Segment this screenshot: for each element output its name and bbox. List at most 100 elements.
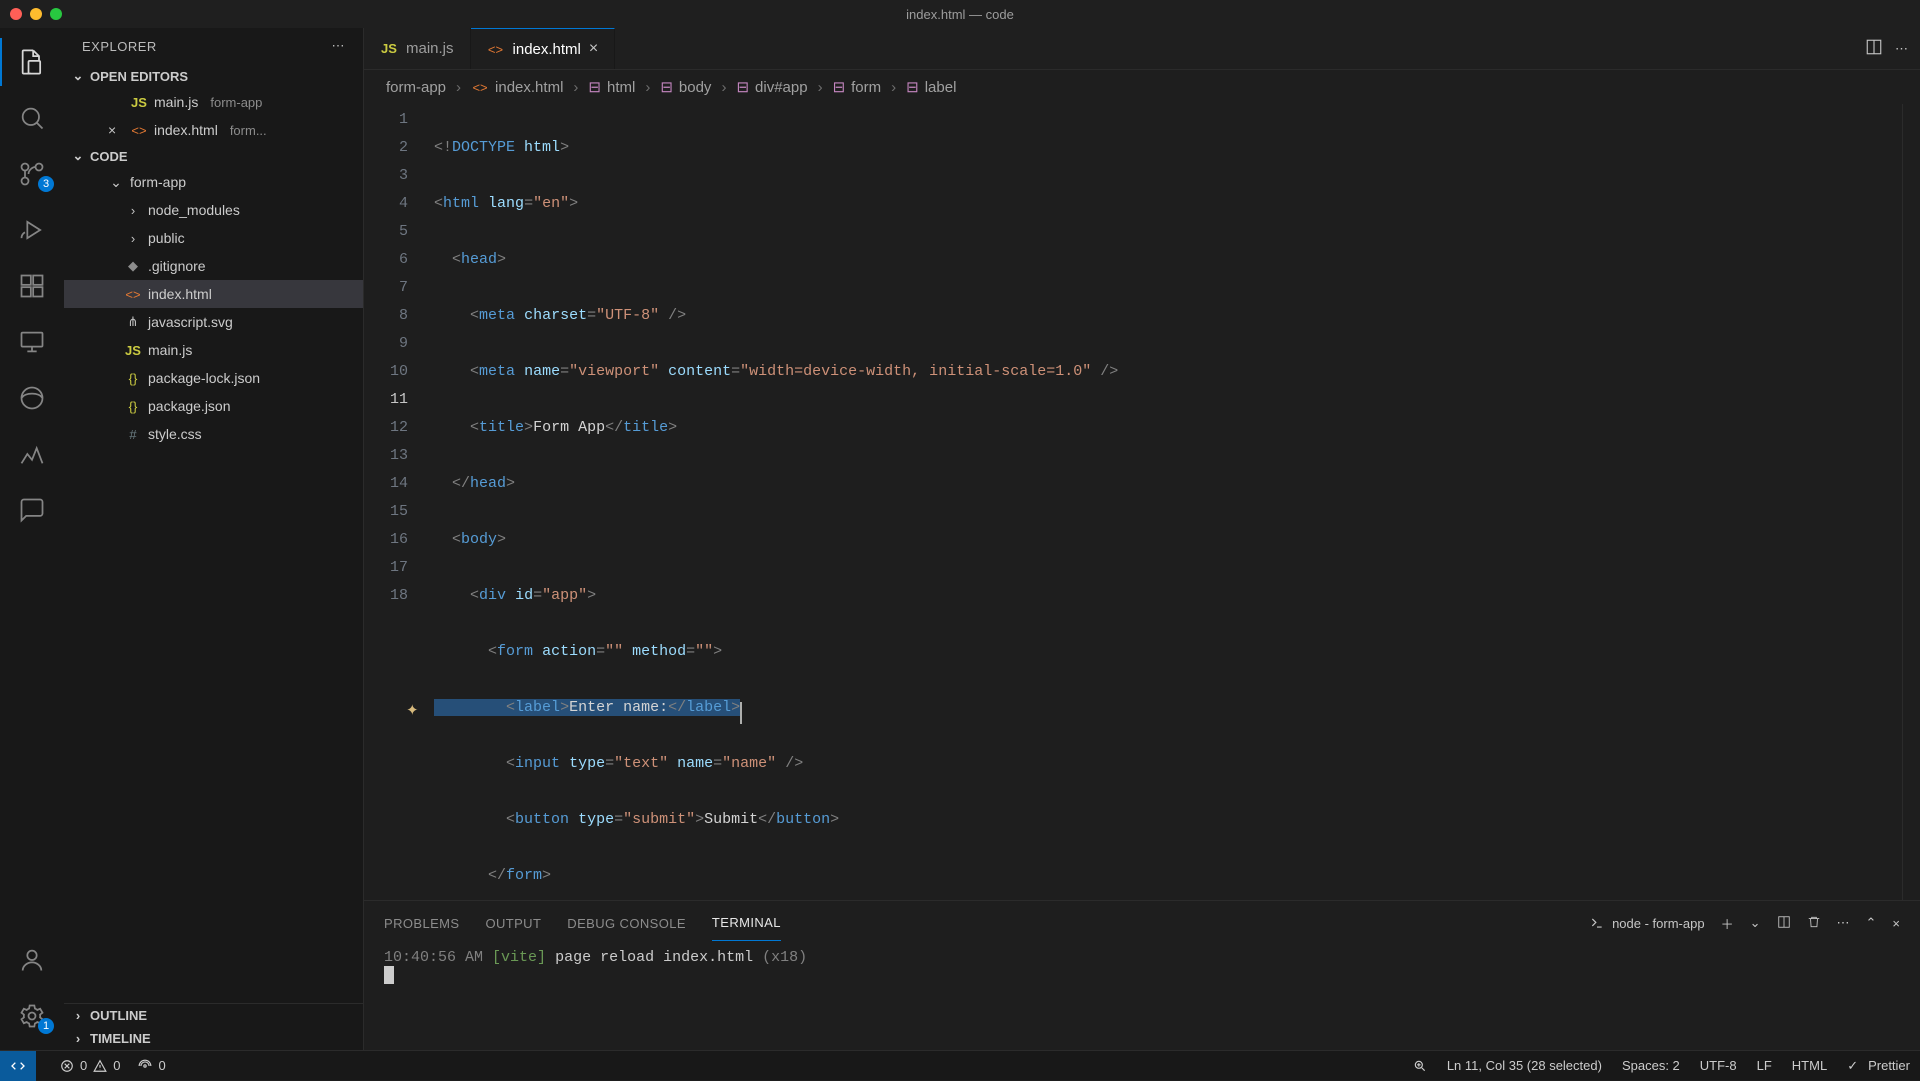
breadcrumb-item[interactable]: ⊟body (660, 78, 711, 96)
edge-activity[interactable] (0, 374, 64, 422)
language-status[interactable]: HTML (1792, 1058, 1827, 1073)
file-item[interactable]: # style.css (64, 420, 363, 448)
outline-section[interactable]: › OUTLINE (64, 1004, 363, 1027)
file-label: package.json (148, 398, 231, 414)
file-item[interactable]: JS main.js (64, 336, 363, 364)
maximize-window-button[interactable] (50, 8, 62, 20)
new-terminal-icon[interactable]: ＋ (1721, 914, 1734, 933)
breadcrumb-item[interactable]: <>index.html (471, 79, 563, 96)
close-panel-icon[interactable]: × (1892, 916, 1900, 931)
breadcrumbs[interactable]: form-app› <>index.html› ⊟html› ⊟body› ⊟d… (364, 70, 1920, 104)
split-terminal-icon[interactable] (1777, 915, 1791, 932)
close-icon[interactable]: × (108, 122, 124, 138)
open-editor-item[interactable]: × <> index.html form... (64, 116, 363, 144)
gitignore-icon: ◆ (124, 258, 142, 274)
code-content[interactable]: <!DOCTYPE html> <html lang="en"> <head> … (434, 104, 1902, 900)
code-editor[interactable]: 123456789101112131415161718 <!DOCTYPE ht… (364, 104, 1902, 900)
timeline-label: TIMELINE (90, 1031, 151, 1046)
workspace-label: CODE (90, 149, 128, 164)
breadcrumb-item[interactable]: ⊟form (833, 78, 882, 96)
prettier-status[interactable]: Prettier (1847, 1058, 1910, 1074)
open-editors-section[interactable]: ⌄ OPEN EDITORS (64, 64, 363, 88)
open-editor-item[interactable]: JS main.js form-app (64, 88, 363, 116)
remote-button[interactable] (0, 1051, 36, 1081)
explorer-sidebar: EXPLORER ⋯ ⌄ OPEN EDITORS JS main.js for… (64, 28, 364, 1050)
tab-index-html[interactable]: <> index.html × (471, 28, 616, 69)
terminal-dropdown-icon[interactable]: ⌄ (1750, 915, 1761, 931)
file-label: public (148, 230, 185, 246)
extensions-activity[interactable] (0, 262, 64, 310)
breadcrumb-item[interactable]: ⊟div#app (736, 78, 807, 96)
minimize-window-button[interactable] (30, 8, 42, 20)
split-editor-icon[interactable] (1865, 38, 1883, 59)
scm-activity[interactable]: 3 (0, 150, 64, 198)
minimap[interactable] (1902, 104, 1920, 900)
cursor-position-status[interactable]: Ln 11, Col 35 (28 selected) (1447, 1058, 1602, 1073)
panel-tab-debug-console[interactable]: DEBUG CONSOLE (567, 906, 686, 941)
window-title: index.html — code (906, 7, 1014, 22)
json-file-icon: {} (124, 399, 142, 414)
panel-tab-terminal[interactable]: TERMINAL (712, 905, 781, 941)
timeline-section[interactable]: › TIMELINE (64, 1027, 363, 1050)
html-file-icon: <> (130, 123, 148, 138)
folder-item[interactable]: › node_modules (64, 196, 363, 224)
remote-activity[interactable] (0, 318, 64, 366)
encoding-status[interactable]: UTF-8 (1700, 1058, 1737, 1073)
chevron-down-icon: ⌄ (108, 174, 124, 191)
panel-tab-problems[interactable]: PROBLEMS (384, 906, 459, 941)
run-debug-activity[interactable] (0, 206, 64, 254)
comment-activity[interactable] (0, 486, 64, 534)
folder-label: form-app (130, 174, 186, 190)
terminal-output[interactable]: 10:40:56 AM [vite] page reload index.htm… (364, 945, 1920, 1050)
file-item[interactable]: ◆ .gitignore (64, 252, 363, 280)
html-file-icon: <> (487, 42, 505, 57)
tab-label: main.js (406, 40, 454, 57)
terminal-cursor (384, 966, 394, 984)
terminal-process[interactable]: node - form-app (1590, 916, 1705, 931)
css-file-icon: # (124, 427, 142, 442)
explorer-activity[interactable] (0, 38, 64, 86)
file-label: main.js (148, 342, 192, 358)
folder-item[interactable]: › public (64, 224, 363, 252)
chevron-right-icon: › (124, 203, 142, 218)
indent-status[interactable]: Spaces: 2 (1622, 1058, 1680, 1073)
graph-activity[interactable] (0, 430, 64, 478)
open-editor-hint: form-app (210, 95, 262, 110)
folder-item[interactable]: ⌄ form-app (64, 168, 363, 196)
more-icon[interactable]: ⋯ (1837, 915, 1850, 931)
sparkle-icon[interactable]: ✦ (406, 698, 419, 726)
file-item[interactable]: {} package-lock.json (64, 364, 363, 392)
settings-activity[interactable]: 1 (0, 992, 64, 1040)
tab-main-js[interactable]: JS main.js (364, 28, 471, 69)
eol-status[interactable]: LF (1757, 1058, 1772, 1073)
open-editor-label: index.html (154, 122, 218, 138)
maximize-panel-icon[interactable]: ⌃ (1866, 915, 1877, 931)
zoom-status[interactable] (1413, 1059, 1427, 1073)
html-file-icon: <> (471, 80, 489, 95)
errors-status[interactable]: 0 0 (60, 1058, 120, 1073)
file-item[interactable]: ⋔ javascript.svg (64, 308, 363, 336)
js-file-icon: JS (130, 95, 148, 110)
workspace-section[interactable]: ⌄ CODE (64, 144, 363, 168)
more-actions-icon[interactable]: ⋯ (1895, 41, 1908, 57)
trash-icon[interactable] (1807, 915, 1821, 932)
ports-status[interactable]: 0 (138, 1058, 165, 1073)
svg-file-icon: ⋔ (124, 314, 142, 330)
json-file-icon: {} (124, 371, 142, 386)
accounts-activity[interactable] (0, 936, 64, 984)
file-item[interactable]: <> index.html (64, 280, 363, 308)
close-icon[interactable]: × (589, 40, 598, 58)
html-file-icon: <> (124, 287, 142, 302)
open-editors-label: OPEN EDITORS (90, 69, 188, 84)
file-item[interactable]: {} package.json (64, 392, 363, 420)
file-label: javascript.svg (148, 314, 233, 330)
close-window-button[interactable] (10, 8, 22, 20)
breadcrumb-item[interactable]: ⊟html (588, 78, 635, 96)
editor-tabs: JS main.js <> index.html × ⋯ (364, 28, 1920, 70)
breadcrumb-item[interactable]: ⊟label (906, 78, 956, 96)
panel-tabs: PROBLEMS OUTPUT DEBUG CONSOLE TERMINAL n… (364, 901, 1920, 945)
search-activity[interactable] (0, 94, 64, 142)
breadcrumb-item[interactable]: form-app (386, 79, 446, 96)
explorer-more-icon[interactable]: ⋯ (332, 38, 346, 54)
panel-tab-output[interactable]: OUTPUT (485, 906, 541, 941)
